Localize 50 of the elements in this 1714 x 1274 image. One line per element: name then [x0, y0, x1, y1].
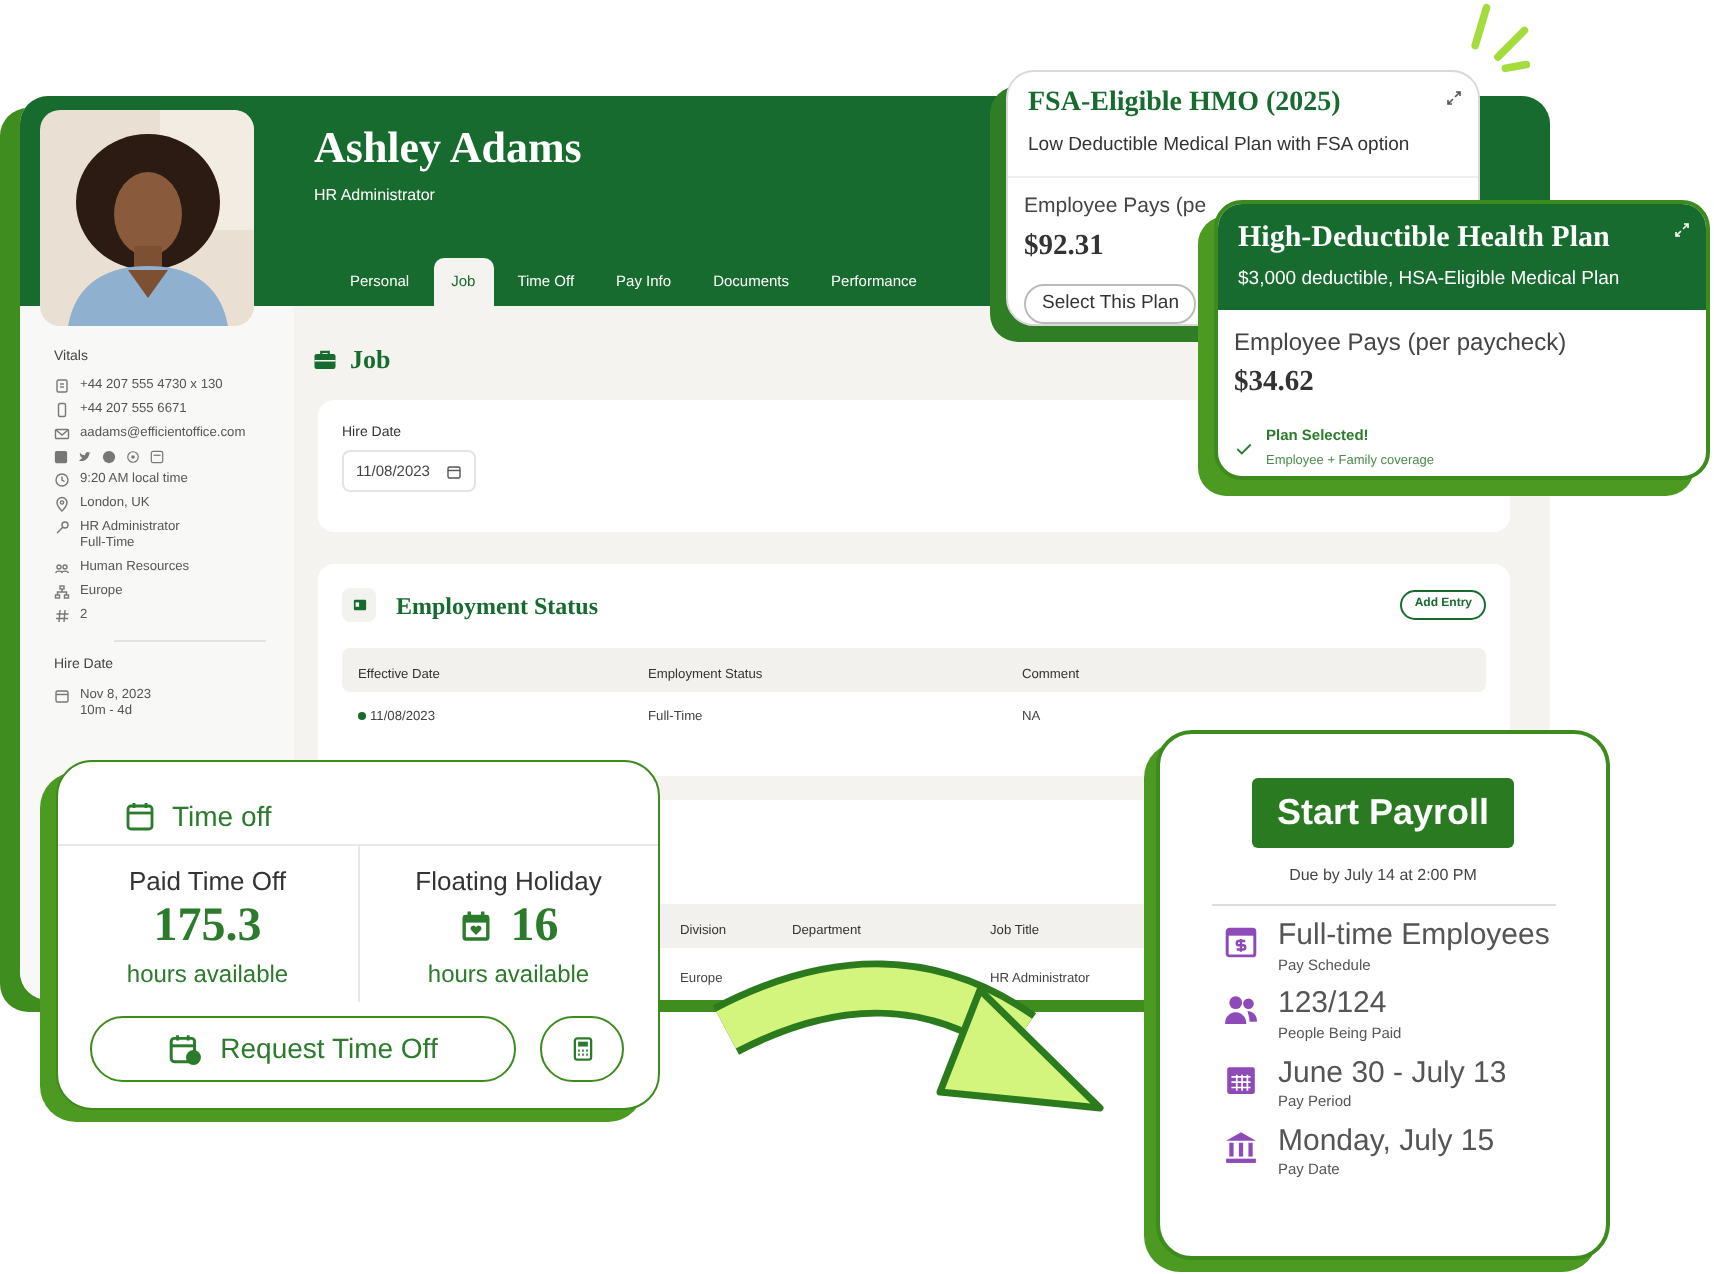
org-chart-icon: [54, 584, 70, 601]
payroll-value: Monday, July 15: [1278, 1125, 1495, 1159]
pay-label: Employee Pays (per paycheck): [1234, 326, 1567, 361]
bird-icon: [78, 450, 92, 465]
pay-amount: $34.62: [1234, 364, 1314, 403]
balance-unit: hours available: [126, 957, 289, 992]
briefcase-icon: [312, 347, 338, 372]
pay-amount: $92.31: [1024, 227, 1104, 266]
card-title: Time off: [172, 797, 272, 835]
balance-value: 175.3: [153, 901, 262, 952]
plan-subtitle: $3,000 deductible, HSA-Eligible Medical Plan: [1238, 266, 1620, 294]
calendar-icon: [445, 463, 462, 480]
expand-icon[interactable]: [1446, 90, 1462, 106]
calendar-icon: [54, 687, 70, 704]
hash-icon: [54, 608, 70, 625]
payroll-value: Full-time Employees: [1278, 920, 1550, 953]
payroll-value: 123/124: [1278, 988, 1389, 1022]
calculator-button[interactable]: [540, 1016, 624, 1082]
employee-name: Ashley Adams: [314, 124, 582, 173]
balance-label: Floating Holiday: [415, 864, 602, 900]
select-plan-button[interactable]: Select This Plan: [1024, 283, 1197, 324]
check-icon: [1234, 439, 1254, 457]
calendar-icon: [124, 800, 156, 832]
calendar-grid-icon: [1224, 1061, 1258, 1095]
deskphone-icon: [54, 378, 70, 395]
balance-value: 16: [510, 901, 559, 952]
calculator-icon: [569, 1034, 595, 1064]
payroll-value: June 30 - July 13: [1278, 1057, 1507, 1090]
website-icon: [150, 450, 164, 465]
bank-icon: [1224, 1129, 1258, 1164]
clock-icon: [54, 472, 70, 489]
balance-unit: hours available: [427, 957, 590, 992]
section-title: Job: [350, 342, 391, 378]
calendar-dollar-icon: [1224, 924, 1258, 958]
balance-label: Paid Time Off: [128, 864, 286, 900]
location-pin-icon: [54, 496, 70, 513]
plan-title: FSA-Eligible HMO (2025): [1028, 88, 1341, 122]
mobile-phone-icon: [54, 402, 70, 419]
people-icon: [1224, 992, 1258, 1027]
plan-subtitle: Low Deductible Medical Plan with FSA option: [1028, 131, 1410, 160]
start-payroll-button[interactable]: Start Payroll: [1252, 778, 1514, 848]
people-icon: [54, 560, 70, 577]
id-card-icon: [351, 598, 367, 612]
section-title: Employment Status: [396, 589, 599, 623]
plan-title: High-Deductible Health Plan: [1238, 220, 1610, 256]
request-time-off-button[interactable]: Request Time Off: [90, 1016, 516, 1082]
due-text: Due by July 14 at 2:00 PM: [1289, 864, 1477, 888]
employee-role: HR Administrator: [314, 184, 435, 209]
mail-icon: [54, 426, 70, 443]
pay-label: Employee Pays (pe: [1024, 192, 1207, 223]
